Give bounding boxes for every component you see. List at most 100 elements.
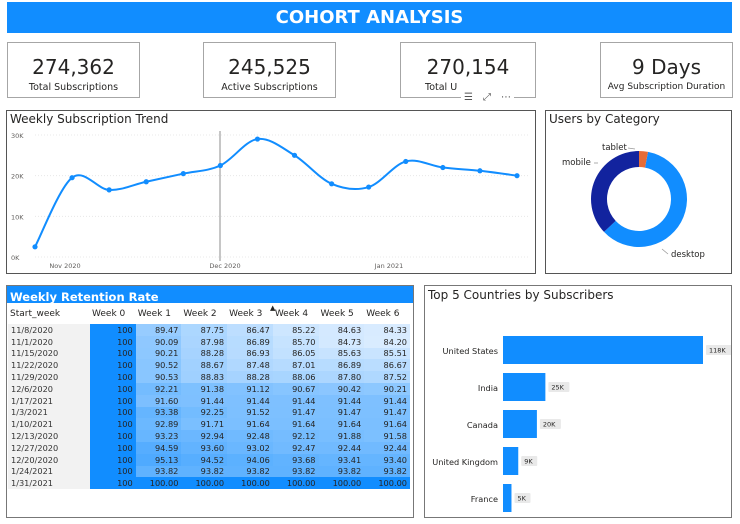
retention-cell: 94.06 (227, 453, 273, 466)
column-header[interactable]: Week 6 (364, 304, 410, 324)
retention-cell: 90.52 (135, 359, 182, 372)
more-options-icon[interactable]: ⋯ (501, 92, 511, 103)
category-donut-plot: desktop mobile tablet (562, 143, 705, 260)
start-week-cell: 12/6/2020 (8, 382, 90, 395)
trend-point (217, 162, 223, 169)
column-header[interactable]: Week 0 (90, 304, 136, 324)
kpi-value: 270,154 (426, 55, 510, 79)
bar-data-label: 25K (551, 384, 564, 392)
retention-cell: 89.47 (135, 324, 182, 336)
retention-cell: 87.98 (181, 335, 228, 348)
bar-united-kingdom (503, 447, 519, 475)
start-week-cell: 11/15/2020 (8, 347, 90, 360)
retention-cell: 92.48 (227, 430, 273, 442)
retention-cell: 86.47 (227, 324, 273, 336)
bar-united-states (503, 336, 703, 364)
trend-point (180, 171, 186, 177)
retention-cell: 100 (90, 430, 136, 442)
start-week-cell: 11/29/2020 (8, 371, 90, 383)
y-tick-label: 20K (11, 173, 24, 181)
retention-cell: 87.80 (318, 371, 365, 383)
trend-point (403, 158, 409, 165)
column-header[interactable]: Week 5 (319, 304, 365, 324)
retention-cell: 85.22 (272, 324, 319, 336)
kpi-value: 245,525 (228, 55, 311, 79)
retention-cell: 92.89 (135, 418, 182, 431)
column-header[interactable]: Week 2 (181, 304, 227, 324)
bar-data-label: 20K (543, 421, 556, 429)
retention-cell: 87.52 (364, 371, 410, 383)
trend-chart-visual[interactable]: Weekly Subscription Trend 30K 20K 10K 0K Nov… (6, 110, 536, 274)
bar-india (503, 373, 546, 401)
trend-point (514, 173, 520, 179)
table-row: 11/1/2020 100 90.09 87.98 86.89 85.70 84.73 84.… (8, 335, 410, 348)
bar-data-label: 118K (709, 347, 726, 355)
retention-cell: 92.25 (181, 406, 228, 419)
retention-cell: 86.89 (318, 359, 365, 372)
retention-cell: 86.89 (227, 335, 273, 348)
start-week-cell: 12/27/2020 (8, 441, 90, 454)
retention-cell: 93.38 (135, 406, 182, 419)
column-header[interactable]: Week 1 (136, 304, 182, 324)
retention-cell: 93.82 (135, 465, 182, 478)
retention-cell: 100 (90, 394, 136, 407)
bar-canada (503, 410, 537, 438)
retention-cell: 100 (90, 324, 136, 336)
countries-chart-visual[interactable]: Top 5 Countries by Subscribers United St… (424, 285, 732, 518)
retention-cell: 90.21 (135, 347, 182, 360)
start-week-cell: 1/31/2021 (8, 477, 90, 490)
kpi-card-avg-duration[interactable]: 9 Days Avg Subscription Duration (600, 42, 733, 98)
retention-cell: 85.51 (364, 347, 410, 360)
bar-data-label: 5K (517, 495, 526, 503)
table-row: 12/6/2020 100 92.21 91.38 91.12 90.67 90.42 90.… (8, 382, 410, 395)
table-row: 11/8/2020 100 89.47 87.75 86.47 85.22 84.63 84.… (8, 324, 410, 336)
retention-cell: 100 (90, 465, 136, 478)
sort-arrow-icon[interactable]: ▲ (270, 304, 275, 312)
retention-cell: 87.01 (272, 359, 319, 372)
leader-line (661, 248, 669, 255)
retention-cell: 91.71 (181, 418, 228, 431)
table-row: 11/29/2020 100 90.53 88.83 88.28 88.06 87.80 87… (8, 371, 410, 383)
retention-cell: 100 (90, 406, 136, 419)
category-donut-visual[interactable]: Users by Category desktop mobile tablet (545, 110, 732, 274)
retention-cell: 92.47 (272, 441, 319, 454)
bar-category-label: Canada (467, 420, 498, 430)
kpi-card-total-users[interactable]: 270,154 Total U (400, 42, 536, 98)
kpi-card-active-subscriptions[interactable]: 245,525 Active Subscriptions (203, 42, 336, 98)
retention-cell: 100.00 (181, 477, 228, 490)
retention-cell: 100 (90, 347, 136, 360)
retention-table[interactable]: Start_week Week 0 Week 1 Week 2 Week 3 Week 4… (8, 304, 410, 490)
retention-cell: 91.47 (364, 406, 410, 419)
retention-cell: 100 (90, 441, 136, 454)
kpi-label: Total Subscriptions (28, 82, 119, 93)
table-row: 12/27/2020 100 94.59 93.60 93.02 92.47 92.44 92… (8, 441, 410, 454)
column-header[interactable]: Start_week (8, 304, 90, 324)
retention-cell: 100 (90, 382, 136, 395)
retention-cell: 86.67 (364, 359, 410, 372)
retention-cell: 90.21 (364, 382, 410, 395)
retention-cell: 100.00 (318, 477, 365, 490)
retention-cell: 91.44 (318, 394, 365, 407)
retention-cell: 100 (90, 477, 136, 490)
column-header[interactable]: Week 3 (227, 304, 273, 324)
retention-cell: 93.40 (364, 453, 410, 466)
trend-chart-plot: 30K 20K 10K 0K Nov 2020 Dec 2020 Jan 2021 (11, 131, 529, 270)
start-week-cell: 12/13/2020 (8, 430, 90, 442)
y-tick-label: 10K (11, 213, 24, 221)
bar-category-label: India (478, 383, 498, 393)
column-header[interactable]: Week 4 (273, 304, 319, 324)
retention-cell: 91.44 (227, 394, 273, 407)
retention-cell: 92.94 (181, 430, 228, 442)
filter-icon[interactable]: ☰ (464, 92, 473, 103)
retention-cell: 100 (90, 418, 136, 431)
retention-cell: 90.53 (135, 371, 182, 383)
bar-france (503, 484, 512, 512)
retention-cell: 90.09 (135, 335, 182, 348)
retention-table-title: Weekly Retention Rate (10, 290, 159, 304)
kpi-card-total-subscriptions[interactable]: 274,362 Total Subscriptions (7, 42, 140, 98)
focus-mode-icon[interactable]: ⤢ (483, 92, 491, 103)
y-tick-label: 0K (11, 254, 20, 262)
retention-cell: 93.41 (318, 453, 365, 466)
retention-cell: 88.28 (227, 371, 273, 383)
start-week-cell: 1/3/2021 (8, 406, 90, 419)
